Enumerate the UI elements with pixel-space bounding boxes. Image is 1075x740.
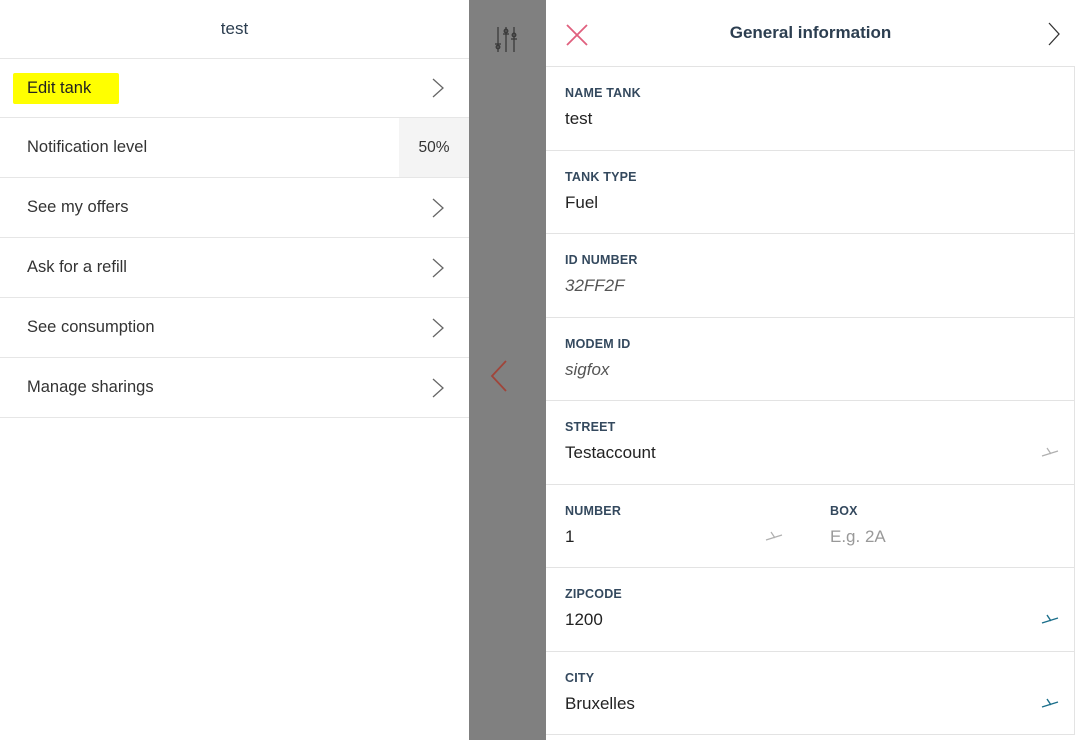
panel-title: General information (729, 23, 892, 42)
id-number-value: 32FF2F (565, 276, 625, 295)
edit-pen-icon[interactable] (1040, 612, 1060, 626)
menu-item-label: See my offers (27, 198, 129, 216)
field-label: ID NUMBER (565, 253, 638, 267)
field-label: TANK TYPE (565, 169, 637, 184)
menu-item-label: Ask for a refill (27, 258, 127, 276)
menu-item-label: See consumption (27, 318, 155, 336)
overlay-strip[interactable] (469, 0, 546, 740)
field-label: STREET (565, 420, 616, 434)
notification-level-value[interactable]: 50% (399, 118, 469, 177)
field-street[interactable]: STREET Testaccount (546, 401, 1075, 485)
menu-item-see-my-offers[interactable]: See my offers (0, 178, 469, 238)
tank-menu-panel: test Edit tank Notification level 50% Se… (0, 0, 469, 740)
field-label: NAME TANK (565, 86, 641, 100)
menu-item-label: Notification level (27, 138, 148, 156)
menu-item-label: Manage sharings (27, 378, 154, 396)
edit-pen-icon[interactable] (1040, 696, 1060, 710)
modem-id-value: sigfox (565, 359, 610, 379)
chevron-right-icon (432, 198, 444, 217)
menu-header: test (0, 0, 469, 58)
edit-pen-icon[interactable] (1040, 445, 1060, 459)
box-input[interactable]: E.g. 2A (830, 527, 886, 547)
field-number[interactable]: NUMBER 1 (565, 504, 621, 547)
menu-item-see-consumption[interactable]: See consumption (0, 298, 469, 358)
zipcode-input[interactable]: 1200 (565, 610, 1074, 630)
field-modem-id: MODEM ID sigfox (546, 317, 1075, 401)
field-label: CITY (565, 670, 595, 685)
field-label: MODEM ID (565, 336, 631, 351)
chevron-left-icon[interactable] (488, 358, 510, 394)
field-zipcode[interactable]: ZIPCODE 1200 (546, 568, 1075, 652)
field-label: BOX (830, 503, 858, 518)
edit-pen-icon[interactable] (764, 529, 784, 543)
chevron-right-icon[interactable] (1047, 21, 1061, 47)
field-city[interactable]: CITY Bruxelles (546, 651, 1075, 735)
field-label: ZIPCODE (565, 587, 622, 601)
menu-item-label: Edit tank (13, 72, 120, 104)
field-name-tank[interactable]: NAME TANK test (546, 67, 1075, 151)
field-box[interactable]: BOX E.g. 2A (830, 504, 886, 547)
chevron-right-icon (432, 378, 444, 397)
number-input[interactable]: 1 (565, 527, 621, 547)
field-id-number: ID NUMBER 32FF2F (546, 234, 1075, 318)
street-input[interactable]: Testaccount (565, 443, 1074, 463)
field-tank-type[interactable]: TANK TYPE Fuel (546, 150, 1075, 234)
field-number-box-row: NUMBER 1 BOX E.g. 2A (546, 484, 1075, 568)
field-label: NUMBER (565, 503, 622, 518)
tank-name-title: test (220, 19, 249, 38)
chevron-right-icon (432, 258, 444, 277)
city-input[interactable]: Bruxelles (565, 694, 1074, 714)
chevron-right-icon (432, 78, 444, 98)
tank-type-value[interactable]: Fuel (565, 193, 1074, 213)
chevron-right-icon (432, 318, 444, 337)
name-tank-value[interactable]: test (565, 109, 1074, 129)
menu-item-edit-tank[interactable]: Edit tank (0, 58, 469, 118)
panel-header: General information (546, 0, 1075, 67)
menu-item-manage-sharings[interactable]: Manage sharings (0, 358, 469, 418)
menu-item-notification-level[interactable]: Notification level 50% (0, 118, 469, 178)
filter-sliders-icon[interactable] (492, 24, 522, 54)
general-info-panel: General information NAME TANK test TANK … (546, 0, 1075, 740)
menu-item-ask-refill[interactable]: Ask for a refill (0, 238, 469, 298)
